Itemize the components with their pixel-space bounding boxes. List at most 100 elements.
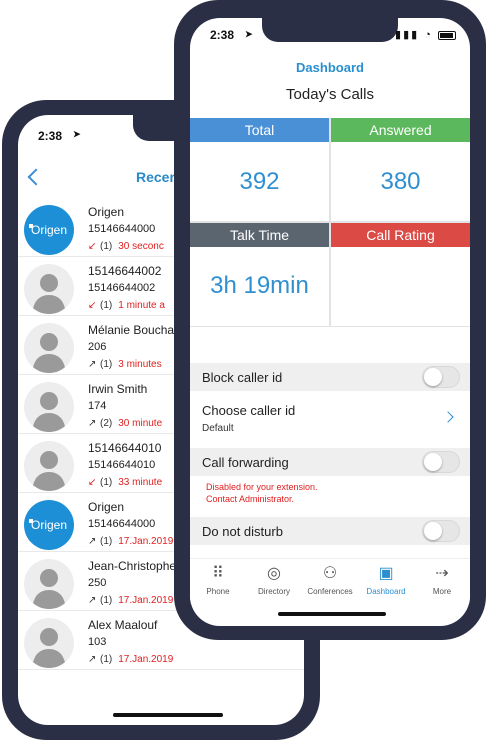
missed-call-icon: ↙ bbox=[88, 241, 97, 252]
call-count: (1) bbox=[100, 300, 113, 311]
call-count: (1) bbox=[100, 477, 113, 488]
person-silhouette-icon bbox=[32, 569, 66, 609]
recent-call-number: 15146644000 bbox=[88, 518, 156, 530]
tab-label: Phone bbox=[206, 587, 230, 596]
call-count: (1) bbox=[100, 359, 113, 370]
home-indicator bbox=[278, 612, 386, 616]
wifi-icon: ◔ bbox=[424, 29, 433, 41]
answered-value: 380 bbox=[380, 168, 421, 195]
recent-call-name: 15146644002 bbox=[88, 264, 162, 278]
call-time: 17.Jan.2019 bbox=[118, 595, 174, 606]
contact-avatar bbox=[24, 323, 74, 373]
origen-logo-avatar: Origen bbox=[24, 205, 74, 255]
block-caller-id-label: Block caller id bbox=[202, 370, 283, 385]
tab-bar: ⠿ Phone ◎ Directory ⚇ Conferences ▣ Dash… bbox=[190, 558, 470, 604]
tab-label: Conferences bbox=[307, 587, 353, 596]
recent-call-meta: ↙ (1) 33 minute bbox=[88, 477, 162, 488]
contact-avatar bbox=[24, 559, 74, 609]
origen-logo-text: Origen bbox=[31, 518, 68, 532]
total-value: 392 bbox=[239, 168, 280, 195]
call-time: 17.Jan.2019 bbox=[118, 654, 174, 665]
tab-label: More bbox=[432, 587, 452, 596]
tile-divider bbox=[190, 221, 470, 223]
outgoing-call-icon: ↗ bbox=[88, 536, 97, 547]
contact-icon: ◎ bbox=[267, 565, 281, 582]
origen-logo-avatar: Origen bbox=[24, 500, 74, 550]
call-count: (1) bbox=[100, 536, 113, 547]
tab-label: Dashboard bbox=[366, 587, 406, 596]
signal-icon: ▮▮▮ bbox=[395, 29, 420, 41]
tab-conferences[interactable]: ⚇ Conferences bbox=[302, 563, 358, 596]
recent-call-meta: ↙ (1) 1 minute a bbox=[88, 300, 165, 311]
recent-call-number: 174 bbox=[88, 400, 107, 412]
system-status-icons: ▮▮▮ ◔ bbox=[395, 28, 456, 41]
forwarding-warning-line1: Disabled for your extension. bbox=[206, 482, 318, 492]
recent-call-meta: ↗ (1) 3 minutes bbox=[88, 359, 162, 370]
front-phone: 2:38 ➤ ▮▮▮ ◔ Dashboard Today's Calls Tot… bbox=[174, 0, 486, 640]
contact-avatar bbox=[24, 264, 74, 314]
call-forwarding-toggle[interactable] bbox=[422, 451, 460, 473]
call-time: 30 seconc bbox=[118, 241, 164, 252]
back-chevron-icon[interactable] bbox=[27, 168, 45, 186]
status-time: 2:38 bbox=[210, 28, 235, 42]
recent-call-name: Mélanie Boucha bbox=[88, 323, 175, 337]
call-time: 17.Jan.2019 bbox=[118, 536, 174, 547]
call-count: (1) bbox=[100, 654, 113, 665]
talk-time-value: 3h 19min bbox=[210, 272, 309, 299]
person-silhouette-icon bbox=[32, 451, 66, 491]
block-caller-id-toggle[interactable] bbox=[422, 366, 460, 388]
answered-header: Answered bbox=[331, 118, 470, 142]
call-forwarding-row: Call forwarding bbox=[190, 448, 470, 476]
outgoing-call-icon: ↗ bbox=[88, 418, 97, 429]
outgoing-call-icon: ↗ bbox=[88, 595, 97, 606]
chevron-right-icon bbox=[442, 411, 454, 423]
call-rating-header: Call Rating bbox=[331, 223, 470, 247]
call-forwarding-label: Call forwarding bbox=[202, 455, 289, 470]
group-icon: ⚇ bbox=[322, 565, 338, 582]
person-silhouette-icon bbox=[32, 628, 66, 668]
home-indicator bbox=[113, 713, 223, 717]
tab-directory[interactable]: ◎ Directory bbox=[246, 563, 302, 596]
location-icon: ➤ bbox=[245, 29, 253, 39]
recents-title: Recen bbox=[136, 169, 179, 185]
tab-dashboard[interactable]: ▣ Dashboard bbox=[358, 563, 414, 596]
recent-call-meta: ↙ (1) 30 seconc bbox=[88, 241, 164, 252]
recent-call-number: 15146644000 bbox=[88, 223, 156, 235]
contact-avatar bbox=[24, 618, 74, 668]
recent-call-meta: ↗ (1) 17.Jan.2019 bbox=[88, 654, 173, 665]
recent-call-name: Alex Maalouf bbox=[88, 618, 158, 632]
page-title: Dashboard bbox=[296, 60, 364, 75]
call-count: (2) bbox=[100, 418, 113, 429]
recent-call-number: 15146644002 bbox=[88, 282, 156, 294]
tab-label: Directory bbox=[257, 587, 290, 596]
total-header: Total bbox=[190, 118, 329, 142]
recent-call-name: Irwin Smith bbox=[88, 382, 148, 396]
recent-call-name: Origen bbox=[88, 500, 125, 514]
recent-call-number: 206 bbox=[88, 341, 107, 353]
outgoing-call-icon: ↗ bbox=[88, 359, 97, 370]
tab-phone[interactable]: ⠿ Phone bbox=[190, 563, 246, 596]
keypad-icon: ⠿ bbox=[212, 565, 224, 582]
tab-more[interactable]: ⇢ More bbox=[414, 563, 470, 596]
outgoing-call-icon: ↗ bbox=[88, 654, 97, 665]
notch bbox=[262, 18, 398, 42]
recent-call-number: 15146644010 bbox=[88, 459, 156, 471]
toggle-knob bbox=[424, 522, 442, 540]
call-time: 1 minute a bbox=[118, 300, 165, 311]
contact-avatar bbox=[24, 382, 74, 432]
call-count: (1) bbox=[100, 595, 113, 606]
battery-icon bbox=[438, 30, 456, 40]
call-time: 33 minute bbox=[118, 477, 163, 488]
do-not-disturb-label: Do not disturb bbox=[202, 524, 283, 539]
talk-time-header: Talk Time bbox=[190, 223, 329, 247]
choose-caller-id-row[interactable]: Choose caller id Default bbox=[190, 393, 470, 445]
call-time: 30 minute bbox=[118, 418, 163, 429]
do-not-disturb-row: Do not disturb bbox=[190, 517, 470, 545]
recent-call-meta: ↗ (1) 17.Jan.2019 bbox=[88, 595, 173, 606]
dashboard-screen: 2:38 ➤ ▮▮▮ ◔ Dashboard Today's Calls Tot… bbox=[190, 18, 470, 626]
person-silhouette-icon bbox=[32, 274, 66, 314]
block-caller-id-row: Block caller id bbox=[190, 363, 470, 391]
do-not-disturb-toggle[interactable] bbox=[422, 520, 460, 542]
today-calls-heading: Today's Calls bbox=[286, 86, 374, 103]
recent-call-number: 103 bbox=[88, 636, 107, 648]
